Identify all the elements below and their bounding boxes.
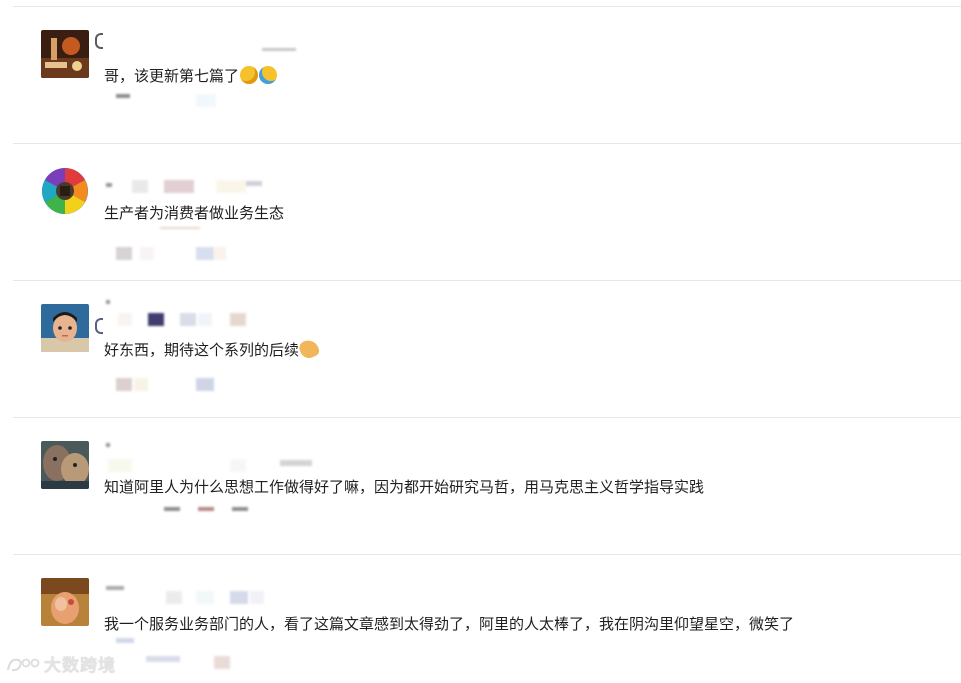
comment-item: 哥，该更新第七篇了	[0, 6, 961, 143]
author-name-redacted	[106, 183, 112, 187]
author-name-redacted	[106, 300, 110, 304]
watermark-text: 大数跨境	[44, 656, 116, 676]
author-name-redacted	[230, 313, 246, 326]
comment-list: 哥，该更新第七篇了 生产者为消费者做业务生态 好东西，期待这个系列的后续 知道阿…	[0, 0, 961, 683]
author-name-redacted	[180, 313, 196, 326]
avatar[interactable]	[41, 30, 89, 78]
author-name-redacted	[230, 459, 246, 472]
meta-redacted	[134, 378, 148, 391]
meta-redacted	[196, 378, 214, 391]
author-name-redacted	[246, 181, 262, 186]
author-name-redacted	[198, 313, 212, 326]
comment-text: 知道阿里人为什么思想工作做得好了嘛，因为都开始研究马哲，用马克思主义哲学指导实践	[104, 478, 705, 496]
comment-text: 好东西，期待这个系列的后续	[104, 337, 321, 361]
avatar[interactable]	[41, 578, 89, 626]
comment-text: 我一个服务业务部门的人，看了这篇文章感到太得劲了，阿里的人太棒了，我在阴沟里仰望…	[104, 615, 795, 633]
author-name-redacted	[118, 313, 132, 326]
meta-redacted	[146, 656, 180, 662]
author-name-redacted	[95, 318, 103, 334]
meta-redacted	[160, 227, 200, 229]
author-name-redacted	[106, 586, 124, 590]
author-name-redacted	[230, 591, 248, 604]
author-name-redacted	[216, 180, 246, 193]
meta-redacted	[196, 94, 216, 107]
meta-redacted	[198, 507, 214, 511]
author-name-redacted	[108, 459, 132, 472]
watermark-logo-icon	[6, 656, 42, 674]
comment-item: 好东西，期待这个系列的后续	[0, 280, 961, 417]
wink-tongue-emoji	[240, 66, 259, 84]
meta-redacted	[140, 247, 154, 260]
author-name-redacted	[95, 33, 103, 49]
author-name-redacted	[250, 591, 264, 604]
comment-item: 生产者为消费者做业务生态	[0, 143, 961, 280]
meta-redacted	[232, 507, 248, 511]
author-name-redacted	[148, 313, 164, 326]
clap-hands-emoji	[297, 337, 321, 361]
meta-redacted	[116, 247, 132, 260]
comment-item: 知道阿里人为什么思想工作做得好了嘛，因为都开始研究马哲，用马克思主义哲学指导实践	[0, 417, 961, 554]
author-name-redacted	[166, 591, 182, 604]
watermark: 大数跨境	[6, 651, 116, 676]
avatar[interactable]	[41, 441, 89, 489]
meta-redacted	[214, 247, 226, 260]
author-name-redacted	[262, 48, 296, 51]
sweat-emoji	[259, 66, 278, 84]
comment-item: 我一个服务业务部门的人，看了这篇文章感到太得劲了，阿里的人太棒了，我在阴沟里仰望…	[0, 554, 961, 683]
avatar[interactable]	[41, 167, 89, 215]
meta-redacted	[116, 638, 134, 643]
meta-redacted	[116, 94, 130, 98]
author-name-redacted	[280, 460, 312, 466]
author-name-redacted	[132, 180, 148, 193]
author-name-redacted	[164, 180, 194, 193]
meta-redacted	[196, 247, 214, 260]
meta-redacted	[116, 378, 132, 391]
meta-redacted	[164, 507, 180, 511]
comment-text: 哥，该更新第七篇了	[104, 66, 278, 86]
avatar[interactable]	[41, 304, 89, 352]
author-name-redacted	[196, 591, 214, 604]
author-name-redacted	[106, 443, 110, 447]
comment-text: 生产者为消费者做业务生态	[104, 204, 285, 222]
meta-redacted	[214, 656, 230, 669]
